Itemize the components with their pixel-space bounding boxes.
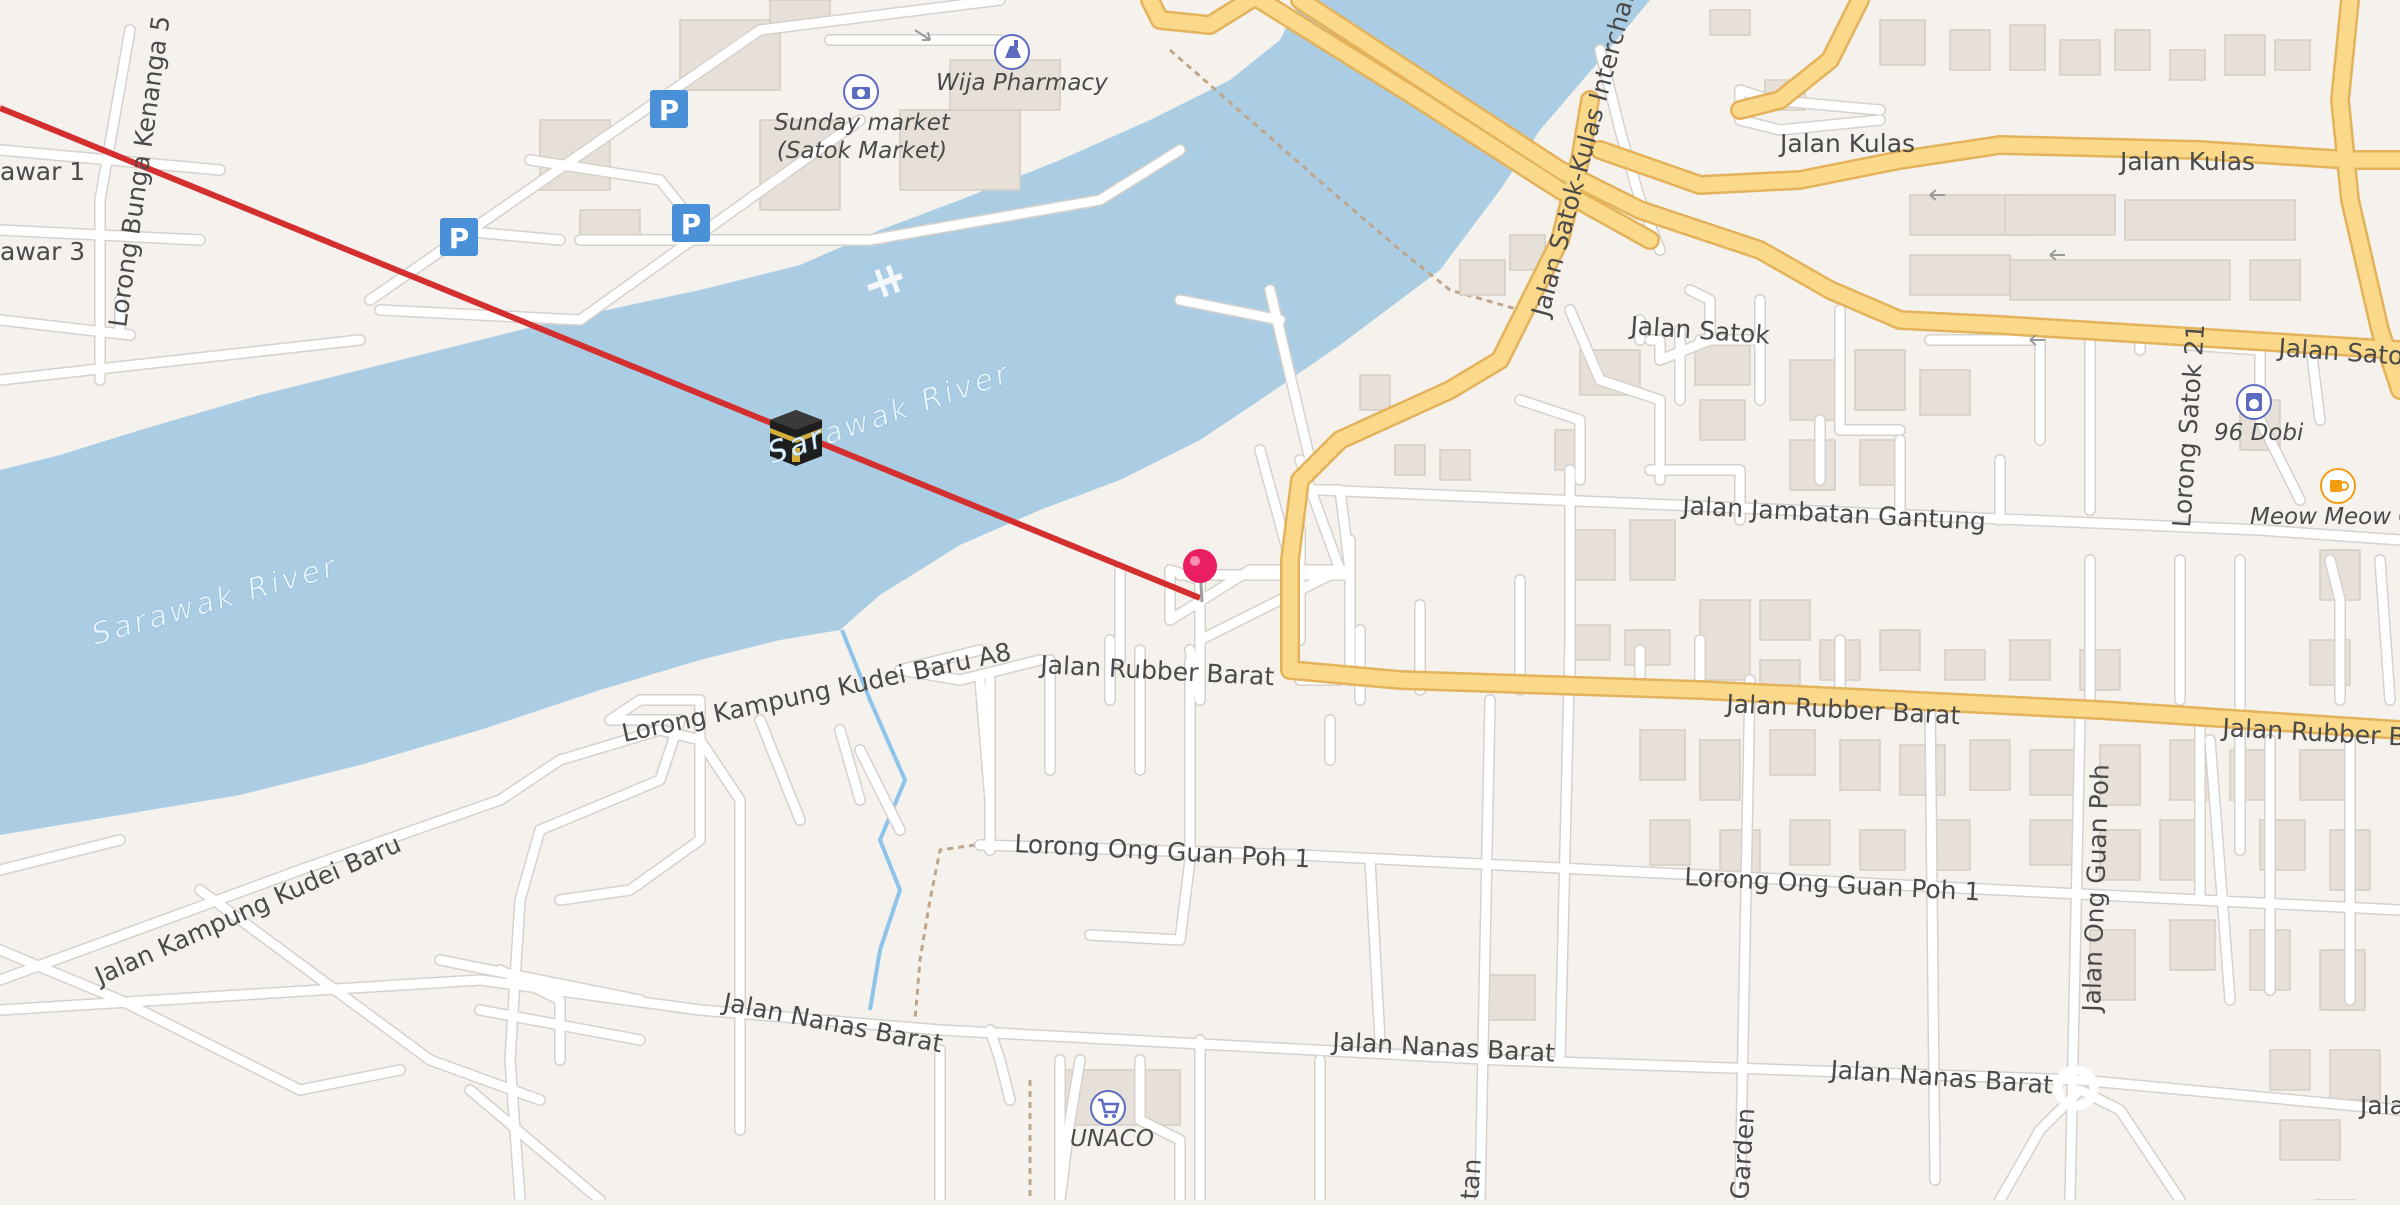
shopping-cart-icon[interactable] <box>1090 1090 1126 1126</box>
poi-label-dobi: 96 Dobi <box>2214 420 2304 446</box>
road-label: tan <box>1455 1158 1487 1200</box>
parking-label: P <box>659 94 680 127</box>
laundry-icon[interactable] <box>2236 384 2272 420</box>
poi-label-pharmacy: Wija Pharmacy <box>936 70 1108 96</box>
cafe-icon[interactable] <box>2320 468 2356 504</box>
parking-label: P <box>681 208 702 241</box>
parking-icon[interactable]: P <box>650 90 688 128</box>
pharmacy-icon[interactable] <box>994 34 1030 70</box>
parking-label: P <box>449 222 470 255</box>
poi-label-market: Sunday market <box>774 110 951 136</box>
poi-label-market: (Satok Market) <box>777 138 947 164</box>
poi-label-cafe: Meow Meow C <box>2250 504 2400 530</box>
road-label: awar 3 <box>0 237 85 266</box>
road-label: Jalan Kulas <box>2118 147 2255 176</box>
poi-label-unaco: UNACO <box>1070 1126 1154 1152</box>
road-label: Jalan Kulas <box>1778 129 1915 158</box>
parking-icon[interactable]: P <box>672 204 710 242</box>
camera-icon[interactable] <box>843 74 879 110</box>
road-label: Jala <box>2358 1091 2400 1120</box>
map-canvas[interactable]: P P P Sarawak River Sarawak River Jalan … <box>0 0 2400 1205</box>
road-label: awar 1 <box>0 157 85 186</box>
parking-icon[interactable]: P <box>440 218 478 256</box>
